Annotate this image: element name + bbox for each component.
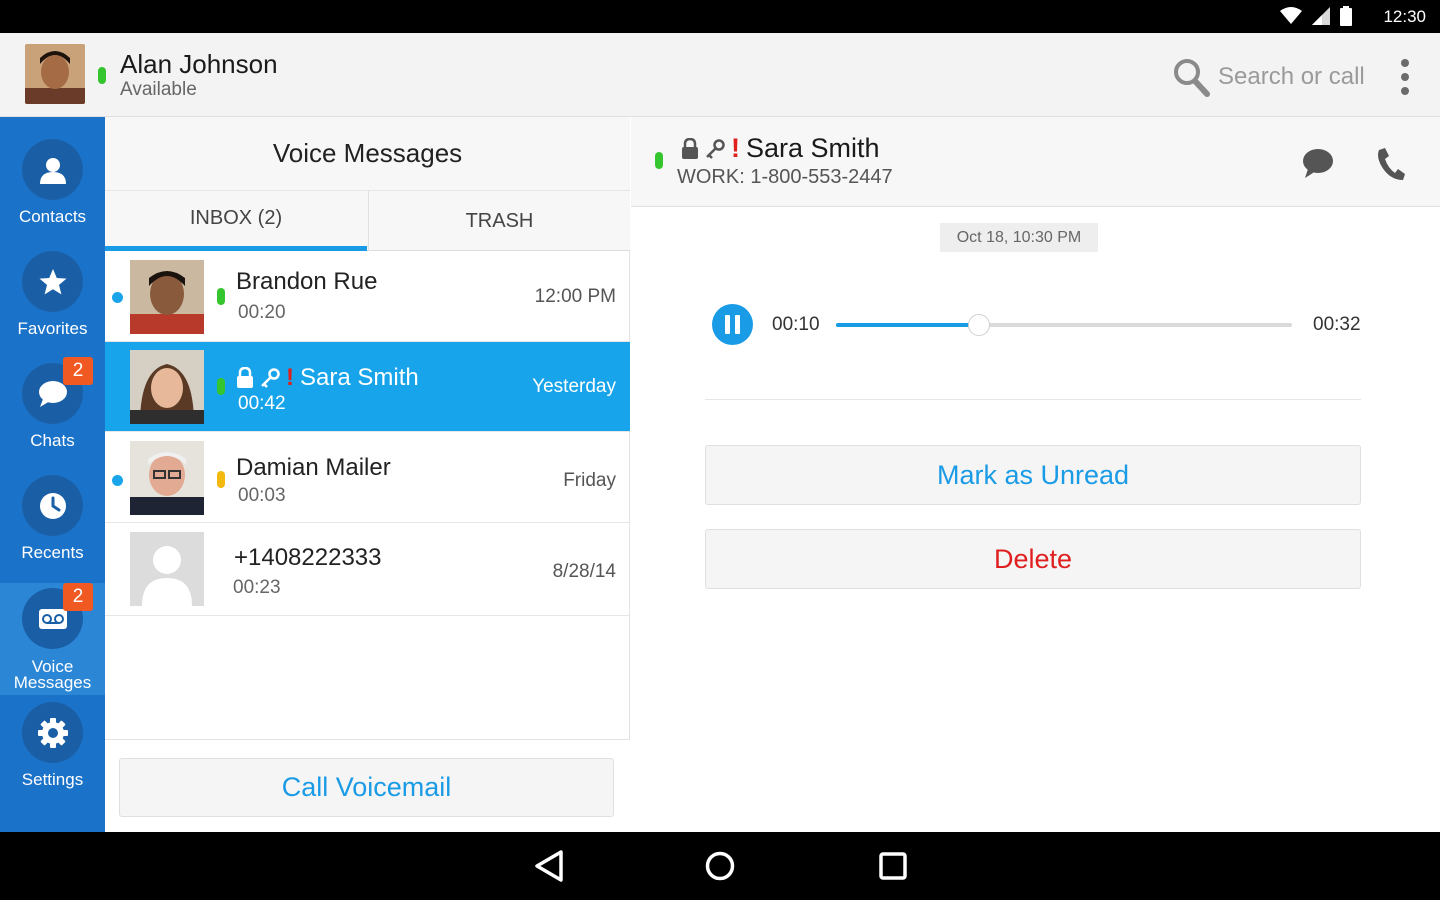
key-icon xyxy=(706,138,725,159)
sidebar-item-contacts[interactable]: Contacts xyxy=(0,117,105,229)
sidebar-item-label: Favorites xyxy=(17,319,88,338)
overflow-menu-icon[interactable] xyxy=(1393,57,1417,97)
message-duration: 00:20 xyxy=(238,302,286,323)
status-bar: 12:30 xyxy=(0,0,1440,33)
sidebar-item-label: Chats xyxy=(30,431,75,450)
contact-name: Damian Mailer xyxy=(236,454,391,481)
playback-progress xyxy=(836,323,979,327)
avatar xyxy=(130,260,204,334)
search-placeholder: Search or call xyxy=(1218,63,1365,90)
app-header: Alan Johnson Available Search or call xyxy=(0,33,1440,117)
call-voicemail-button[interactable]: Call Voicemail xyxy=(119,758,614,817)
sidebar-item-favorites[interactable]: Favorites xyxy=(0,229,105,341)
message-duration: 00:23 xyxy=(233,577,281,598)
avatar-placeholder xyxy=(130,532,204,606)
pause-icon xyxy=(725,315,730,334)
star-icon xyxy=(39,268,66,294)
playback-seekbar[interactable] xyxy=(836,314,1292,336)
list-item[interactable]: Damian Mailer 00:03 Friday xyxy=(105,433,630,523)
sidebar-nav: Contacts Favorites 2 Chats Recents 2 Voi… xyxy=(0,117,105,832)
sidebar-item-label: Settings xyxy=(21,770,84,789)
message-date: Oct 18, 10:30 PM xyxy=(940,223,1098,252)
voice-messages-badge: 2 xyxy=(63,583,93,611)
sidebar-item-chats[interactable]: 2 Chats xyxy=(0,341,105,453)
sidebar-item-settings[interactable]: Settings xyxy=(0,702,105,814)
home-icon[interactable] xyxy=(705,851,735,881)
sidebar-item-label: Recents xyxy=(21,543,84,562)
recent-apps-icon[interactable] xyxy=(878,851,908,881)
lock-icon xyxy=(237,367,253,388)
list-footer: Call Voicemail xyxy=(105,739,630,832)
user-avatar[interactable] xyxy=(25,44,85,104)
unread-indicator xyxy=(112,292,123,303)
divider xyxy=(705,399,1361,400)
presence-indicator xyxy=(655,152,663,169)
tab-inbox[interactable]: INBOX (2) xyxy=(105,191,367,251)
playback-total-time: 00:32 xyxy=(1313,314,1361,335)
list-pane-title: Voice Messages xyxy=(105,117,630,191)
signal-icon xyxy=(1312,7,1330,25)
key-icon xyxy=(261,368,280,388)
search-icon xyxy=(1174,59,1210,97)
message-duration: 00:42 xyxy=(238,393,286,414)
contact-name: ! Sara Smith xyxy=(236,364,419,392)
back-icon[interactable] xyxy=(533,849,565,883)
clock-time: 12:30 xyxy=(1383,7,1426,26)
avatar xyxy=(130,350,204,424)
tab-trash[interactable]: TRASH xyxy=(368,191,630,251)
phone-icon[interactable] xyxy=(1376,147,1406,181)
sidebar-item-label: Contacts xyxy=(18,207,87,226)
list-item[interactable]: Brandon Rue 00:20 12:00 PM xyxy=(105,252,630,342)
voicemail-icon xyxy=(38,608,67,629)
contact-name: +1408222333 xyxy=(234,544,382,571)
voice-messages-list-pane: Voice Messages INBOX (2) TRASH Brandon R… xyxy=(105,117,630,832)
battery-icon xyxy=(1340,6,1352,26)
unread-indicator xyxy=(112,475,123,486)
seekbar-thumb[interactable] xyxy=(967,314,990,336)
presence-indicator xyxy=(217,378,225,395)
priority-icon: ! xyxy=(731,133,740,163)
chat-icon[interactable] xyxy=(1301,147,1335,179)
detail-phone-number: WORK: 1-800-553-2447 xyxy=(677,166,893,188)
search-field[interactable]: Search or call xyxy=(1172,55,1382,99)
wifi-icon xyxy=(1280,7,1302,24)
presence-indicator xyxy=(217,288,225,305)
contact-name: Brandon Rue xyxy=(236,268,378,295)
avatar xyxy=(130,441,204,515)
list-item[interactable]: +1408222333 00:23 8/28/14 xyxy=(105,524,630,616)
message-time: 12:00 PM xyxy=(534,286,616,307)
tab-bar: INBOX (2) TRASH xyxy=(105,191,630,251)
user-status: Available xyxy=(120,79,197,100)
system-nav-bar xyxy=(0,832,1440,900)
clock-icon xyxy=(39,492,66,519)
chats-badge: 2 xyxy=(63,357,93,385)
message-time: 8/28/14 xyxy=(552,561,616,582)
gear-icon xyxy=(37,717,68,748)
message-detail: Oct 18, 10:30 PM 00:10 00:32 Mark as Unr… xyxy=(631,207,1440,832)
message-time: Friday xyxy=(563,470,616,491)
detail-contact-name: ! Sara Smith xyxy=(681,133,880,164)
message-time: Yesterday xyxy=(532,376,616,397)
sidebar-item-recents[interactable]: Recents xyxy=(0,453,105,565)
priority-icon: ! xyxy=(286,364,294,391)
pause-button[interactable] xyxy=(712,304,753,345)
person-icon xyxy=(39,157,66,184)
lock-icon xyxy=(682,137,698,159)
presence-indicator xyxy=(217,471,225,488)
delete-button[interactable]: Delete xyxy=(705,529,1361,589)
user-presence-indicator xyxy=(98,67,106,84)
detail-header: ! Sara Smith WORK: 1-800-553-2447 xyxy=(631,117,1440,207)
message-duration: 00:03 xyxy=(238,485,286,506)
playback-current-time: 00:10 xyxy=(772,314,820,335)
user-name: Alan Johnson xyxy=(120,49,278,79)
sidebar-item-label: Voice Messages xyxy=(13,657,92,692)
mark-as-unread-button[interactable]: Mark as Unread xyxy=(705,445,1361,505)
sidebar-item-voice-messages[interactable]: 2 Voice Messages xyxy=(0,583,105,695)
list-item[interactable]: ! Sara Smith 00:42 Yesterday xyxy=(105,342,630,432)
